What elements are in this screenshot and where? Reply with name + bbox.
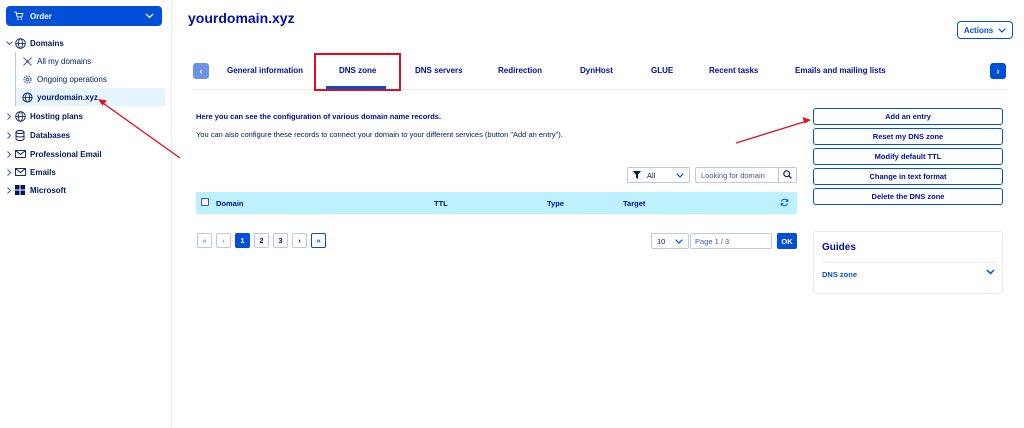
refresh-icon[interactable] <box>780 198 789 207</box>
select-all-checkbox[interactable] <box>201 198 209 206</box>
filter-value: All <box>647 170 656 180</box>
pagination: « ‹ 1 2 3 › » <box>197 233 326 248</box>
actions-button[interactable]: Actions <box>957 21 1013 39</box>
sidebar-item-label: Emails <box>30 167 56 177</box>
annotation-highlight-box <box>314 53 401 91</box>
divider <box>822 262 996 263</box>
tab-dns-servers[interactable]: DNS servers <box>415 66 463 75</box>
records-table-header: Domain TTL Type Target <box>196 192 797 214</box>
sidebar-item-databases[interactable]: Databases <box>4 127 70 143</box>
caret-right-icon <box>4 186 14 194</box>
gear-icon <box>22 74 33 85</box>
globe-icon <box>14 37 26 49</box>
intro-heading: Here you can see the configuration of va… <box>196 112 442 121</box>
database-icon <box>14 129 26 141</box>
actions-label: Actions <box>963 25 994 35</box>
windows-icon <box>14 184 26 196</box>
order-label: Order <box>30 11 52 21</box>
sidebar-subitem-label: All my domains <box>37 56 92 66</box>
domains-submenu: All my domains Ongoing operations yourdo… <box>15 52 165 106</box>
sidebar-subitem-current-domain[interactable]: yourdomain.xyz <box>16 88 165 106</box>
add-entry-button[interactable]: Add an entry <box>813 108 1003 125</box>
chevron-down-icon <box>145 13 154 19</box>
chevron-down-icon <box>675 238 683 244</box>
sidebar-item-label: Databases <box>30 130 71 140</box>
chevron-right-icon: › <box>996 66 1000 76</box>
tab-dynhost[interactable]: DynHost <box>580 66 613 75</box>
dns-actions-panel: Add an entry Reset my DNS zone Modify de… <box>813 108 1003 208</box>
tab-recent-tasks[interactable]: Recent tasks <box>709 66 758 75</box>
page-title: yourdomain.xyz <box>188 10 295 26</box>
sidebar-item-domains[interactable]: Domains <box>4 35 64 51</box>
page-button[interactable]: 2 <box>254 233 269 248</box>
intro-text: You can also configure these records to … <box>196 130 563 139</box>
column-header-target[interactable]: Target <box>623 199 645 208</box>
tab-bar: ‹ General information DNS zone DNS serve… <box>193 52 1008 91</box>
chevron-down-icon <box>998 27 1006 33</box>
caret-right-icon <box>4 168 14 176</box>
column-header-type[interactable]: Type <box>547 199 564 208</box>
tab-general-information[interactable]: General information <box>227 66 303 75</box>
tab-scroll-right-button[interactable]: › <box>990 63 1006 79</box>
caret-right-icon <box>4 131 14 139</box>
search-button[interactable] <box>779 167 797 183</box>
caret-down-icon <box>4 40 14 46</box>
per-page-select[interactable]: 10 <box>651 233 689 249</box>
sidebar-subitem-ongoing-operations[interactable]: Ongoing operations <box>16 70 165 88</box>
cart-icon <box>14 11 24 21</box>
go-to-page-button[interactable]: OK <box>777 233 797 249</box>
tab-emails-mailing-lists[interactable]: Emails and mailing lists <box>795 66 886 75</box>
sidebar-item-label: Professional Email <box>30 149 102 159</box>
sidebar-subitem-label: Ongoing operations <box>37 74 107 84</box>
modify-ttl-button[interactable]: Modify default TTL <box>813 148 1003 165</box>
network-icon <box>22 56 33 67</box>
annotation-arrow-add-entry <box>735 120 808 144</box>
reset-dns-zone-button[interactable]: Reset my DNS zone <box>813 128 1003 145</box>
page-number-input[interactable] <box>690 233 772 249</box>
sidebar-item-emails[interactable]: Emails <box>4 164 56 180</box>
tab-glue[interactable]: GLUE <box>651 66 673 75</box>
sidebar-subitem-label: yourdomain.xyz <box>37 92 98 102</box>
envelope-icon <box>14 148 26 160</box>
envelope-icon <box>14 166 26 178</box>
record-type-filter[interactable]: All <box>627 167 690 183</box>
search-icon <box>783 169 792 181</box>
chevron-down-icon <box>676 172 684 178</box>
guides-panel: Guides DNS zone <box>813 231 1003 294</box>
filter-icon <box>633 171 641 179</box>
page-button[interactable]: 3 <box>273 233 288 248</box>
globe-icon <box>14 110 26 122</box>
sidebar-item-hosting[interactable]: Hosting plans <box>4 108 83 124</box>
caret-right-icon <box>4 112 14 120</box>
previous-page-button[interactable]: ‹ <box>216 233 231 248</box>
sidebar-subitem-all-domains[interactable]: All my domains <box>16 52 165 70</box>
last-page-button[interactable]: » <box>311 233 326 248</box>
next-page-button[interactable]: › <box>292 233 307 248</box>
caret-right-icon <box>4 150 14 158</box>
order-button[interactable]: Order <box>6 6 162 26</box>
domain-search-input[interactable] <box>695 167 779 183</box>
text-format-button[interactable]: Change in text format <box>813 168 1003 185</box>
sidebar: Order Domains All my domains Ongoing ope… <box>0 0 172 428</box>
per-page-value: 10 <box>657 236 666 246</box>
tab-scroll-left-button[interactable]: ‹ <box>193 63 209 79</box>
chevron-left-icon: ‹ <box>199 66 203 76</box>
sidebar-item-microsoft[interactable]: Microsoft <box>4 182 66 198</box>
sidebar-item-label: Domains <box>30 38 64 48</box>
sidebar-item-professional-email[interactable]: Professional Email <box>4 146 102 162</box>
guides-title: Guides <box>822 242 856 253</box>
delete-dns-zone-button[interactable]: Delete the DNS zone <box>813 188 1003 205</box>
sidebar-item-label: Hosting plans <box>30 111 83 121</box>
page-button[interactable]: 1 <box>235 233 250 248</box>
chevron-down-icon[interactable] <box>986 269 995 275</box>
guide-item-dns-zone[interactable]: DNS zone <box>822 270 857 279</box>
globe-icon <box>22 91 33 103</box>
annotation-arrowhead-add-entry <box>802 117 811 124</box>
column-header-ttl[interactable]: TTL <box>434 199 448 208</box>
sidebar-item-label: Microsoft <box>30 185 66 195</box>
column-header-domain[interactable]: Domain <box>216 199 244 208</box>
first-page-button[interactable]: « <box>197 233 212 248</box>
tab-redirection[interactable]: Redirection <box>498 66 542 75</box>
